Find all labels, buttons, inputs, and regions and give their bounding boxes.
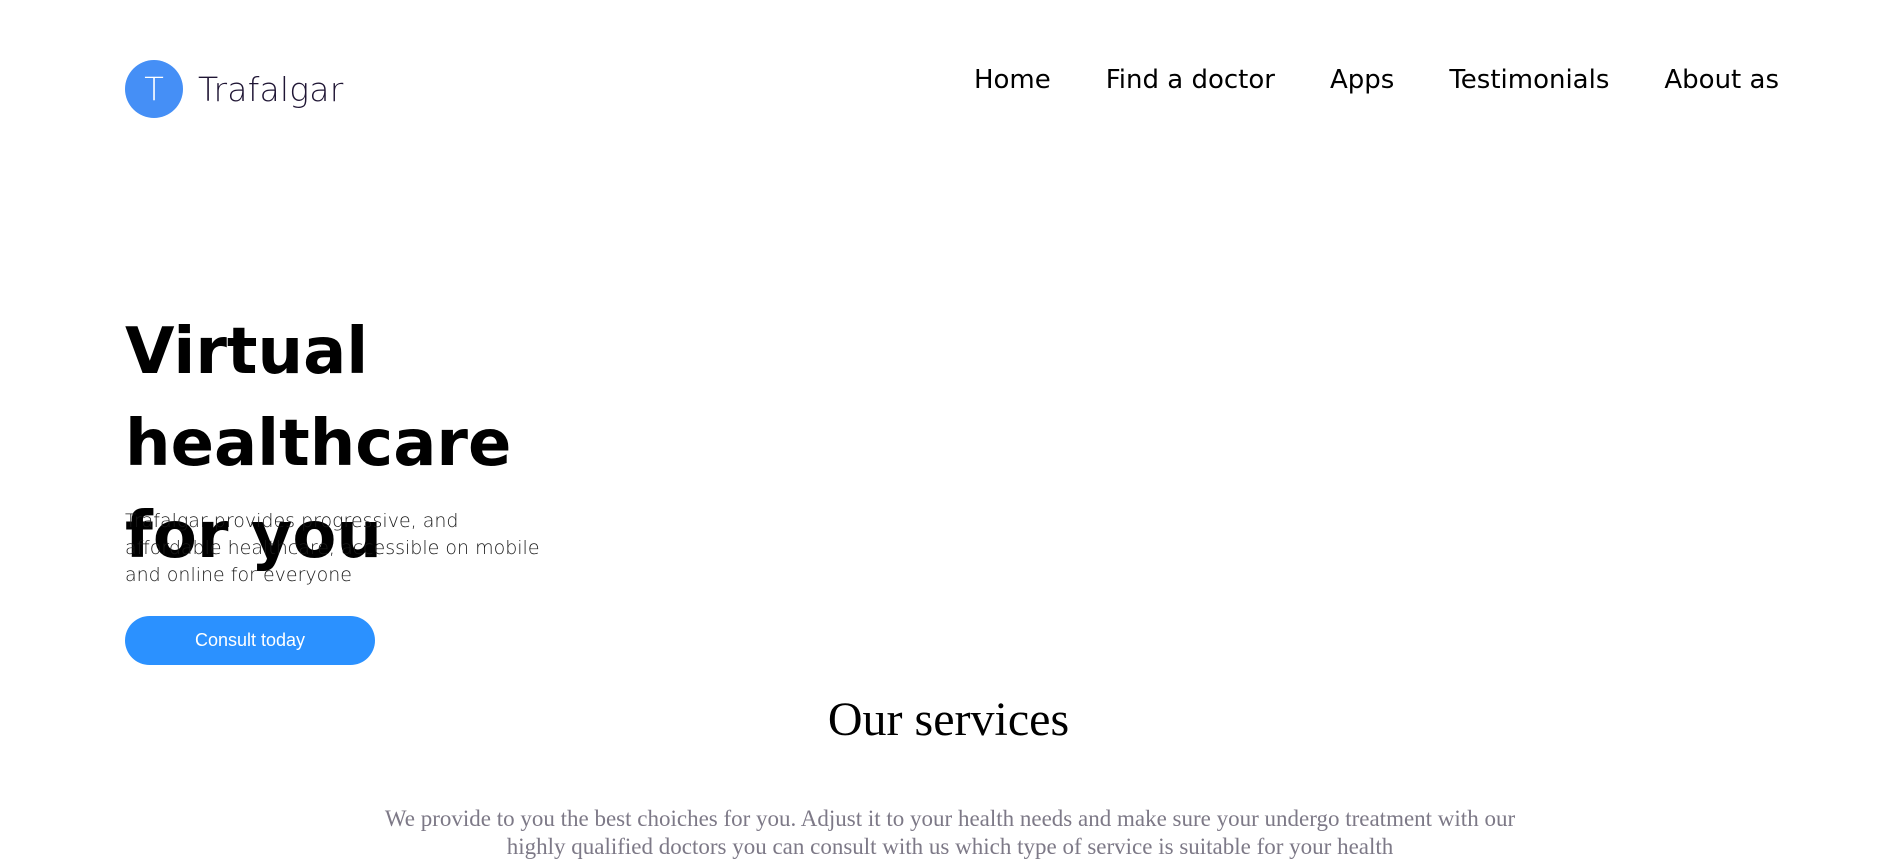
nav-find-a-doctor[interactable]: Find a doctor — [1106, 63, 1275, 97]
nav-home[interactable]: Home — [974, 63, 1051, 97]
logo-badge: T — [125, 60, 183, 118]
nav-about[interactable]: About as — [1664, 63, 1779, 97]
brand-name: Trafalgar — [198, 69, 344, 109]
consult-today-button[interactable]: Consult today — [125, 616, 375, 665]
brand-logo[interactable]: T Trafalgar — [125, 60, 344, 118]
nav-testimonials[interactable]: Testimonials — [1449, 63, 1609, 97]
hero-description: Trafalgar provides progressive, and affo… — [125, 510, 540, 586]
hero-title-line1: Virtual healthcare — [125, 315, 512, 481]
services-description: We provide to you the best choiches for … — [384, 806, 1516, 859]
main-nav: Home Find a doctor Apps Testimonials Abo… — [974, 63, 1779, 97]
nav-apps[interactable]: Apps — [1330, 63, 1394, 97]
services-title: Our services — [827, 693, 1070, 746]
